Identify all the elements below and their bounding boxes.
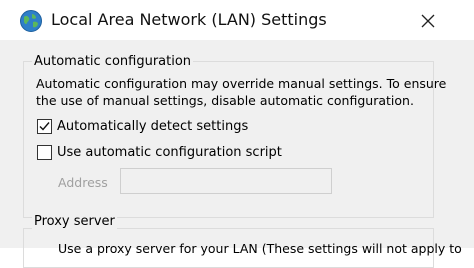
auto-config-description-line2: the use of manual settings, disable auto…: [36, 93, 414, 108]
auto-config-script-label[interactable]: Use automatic configuration script: [57, 145, 282, 161]
address-label: Address: [58, 175, 108, 190]
auto-config-script-checkbox[interactable]: [37, 145, 52, 160]
dialog-client-area: Automatic configuration Automatic config…: [0, 40, 474, 268]
proxy-description-partial: Use a proxy server for your LAN (These s…: [58, 241, 462, 256]
close-icon: [421, 14, 435, 28]
auto-detect-checkbox[interactable]: [37, 119, 52, 134]
network-globe-icon: [20, 10, 42, 32]
window-title: Local Area Network (LAN) Settings: [51, 10, 327, 29]
address-input[interactable]: [120, 168, 332, 194]
auto-detect-label[interactable]: Automatically detect settings: [57, 119, 248, 135]
auto-config-description-line1: Automatic configuration may override man…: [36, 76, 447, 91]
checkmark-icon: [39, 122, 50, 131]
close-button[interactable]: [412, 6, 444, 36]
title-bar: Local Area Network (LAN) Settings: [0, 0, 474, 40]
proxy-server-group-label: Proxy server: [32, 214, 117, 230]
automatic-configuration-group-label: Automatic configuration: [32, 54, 194, 70]
